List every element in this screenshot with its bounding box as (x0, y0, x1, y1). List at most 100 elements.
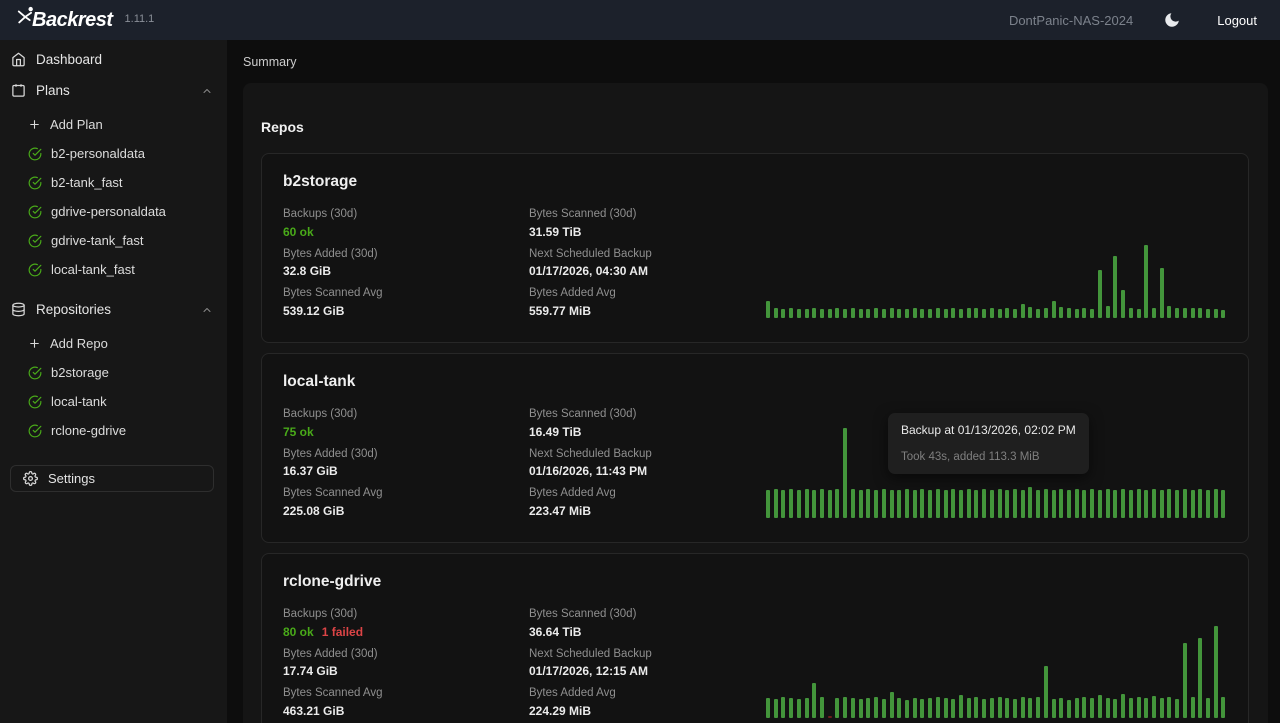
chart-bar[interactable] (1214, 489, 1218, 518)
chart-bar[interactable] (1175, 699, 1179, 718)
chart-bar[interactable] (974, 697, 978, 718)
chart-bar[interactable] (812, 490, 816, 518)
chart-bar[interactable] (766, 490, 770, 518)
chart-bar[interactable] (913, 308, 917, 318)
chart-bar[interactable] (913, 490, 917, 518)
chart-bar[interactable] (1198, 638, 1202, 718)
chart-bar[interactable] (1129, 490, 1133, 518)
chart-bar[interactable] (774, 699, 778, 718)
chart-bar[interactable] (1144, 490, 1148, 518)
chart-bar[interactable] (1013, 489, 1017, 518)
chart-bar[interactable] (1082, 490, 1086, 518)
chart-bar[interactable] (1013, 699, 1017, 718)
chart-bar[interactable] (1090, 309, 1094, 318)
sidebar-plan-item-b2-personaldata[interactable]: b2-personaldata (0, 139, 227, 168)
chart-bar[interactable] (967, 308, 971, 318)
chart-bar[interactable] (1098, 490, 1102, 518)
chart-bar[interactable] (1013, 309, 1017, 318)
chart-bar[interactable] (882, 489, 886, 518)
chart-bar[interactable] (1160, 268, 1164, 318)
sidebar-plan-item-gdrive-tank_fast[interactable]: gdrive-tank_fast (0, 226, 227, 255)
chart-bar-failed[interactable] (828, 716, 832, 718)
repo-title[interactable]: b2storage (283, 173, 1226, 191)
chart-bar[interactable] (897, 490, 901, 518)
chart-bar[interactable] (1144, 245, 1148, 318)
chart-bar[interactable] (1152, 696, 1156, 718)
chart-bar[interactable] (890, 308, 894, 318)
chart-bar[interactable] (1221, 490, 1225, 518)
chart-bar[interactable] (1106, 306, 1110, 318)
chart-bar[interactable] (797, 699, 801, 718)
chart-bar[interactable] (913, 698, 917, 718)
chart-bar[interactable] (905, 309, 909, 318)
chart-bar[interactable] (1121, 489, 1125, 518)
chart-bar[interactable] (897, 698, 901, 718)
chart-bar[interactable] (1106, 698, 1110, 718)
chart-bar[interactable] (797, 490, 801, 518)
chart-bar[interactable] (1036, 309, 1040, 318)
chart-bar[interactable] (1098, 270, 1102, 318)
add-plan-button[interactable]: Add Plan (0, 110, 227, 139)
chart-bar[interactable] (766, 698, 770, 718)
chart-bar[interactable] (1167, 306, 1171, 318)
chart-bar[interactable] (905, 489, 909, 518)
chart-bar[interactable] (936, 308, 940, 318)
chart-bar[interactable] (1028, 487, 1032, 518)
chart-bar[interactable] (1167, 489, 1171, 518)
chart-bar[interactable] (1198, 308, 1202, 318)
chart-bar[interactable] (967, 489, 971, 518)
chart-bar[interactable] (1005, 308, 1009, 318)
chart-bar[interactable] (1067, 490, 1071, 518)
chart-bar[interactable] (936, 489, 940, 518)
chart-bar[interactable] (1059, 489, 1063, 518)
chart-bar[interactable] (812, 308, 816, 318)
chart-bar[interactable] (951, 308, 955, 318)
chart-bar[interactable] (874, 490, 878, 518)
chart-bar[interactable] (797, 309, 801, 318)
chart-bar[interactable] (805, 698, 809, 718)
chart-bar[interactable] (1113, 699, 1117, 718)
chart-bar[interactable] (882, 699, 886, 718)
chart-bar[interactable] (897, 309, 901, 318)
chart-bar[interactable] (781, 697, 785, 718)
chart-bar[interactable] (1082, 697, 1086, 718)
theme-toggle-button[interactable] (1163, 11, 1181, 29)
chart-bar[interactable] (820, 489, 824, 518)
chart-bar[interactable] (998, 489, 1002, 518)
chart-bar[interactable] (874, 697, 878, 718)
chart-bar[interactable] (812, 683, 816, 718)
chart-bar[interactable] (882, 309, 886, 318)
chart-bar[interactable] (805, 489, 809, 518)
sidebar-item-dashboard[interactable]: Dashboard (0, 44, 227, 75)
sidebar-repo-item-local-tank[interactable]: local-tank (0, 387, 227, 416)
chart-bar[interactable] (998, 697, 1002, 718)
chart-bar[interactable] (781, 490, 785, 518)
chart-bar[interactable] (998, 309, 1002, 318)
chart-bar[interactable] (1129, 698, 1133, 718)
chart-bar[interactable] (789, 308, 793, 318)
chart-bar[interactable] (1183, 643, 1187, 718)
chart-bar[interactable] (1121, 694, 1125, 718)
chart-bar[interactable] (990, 490, 994, 518)
chart-bar[interactable] (805, 309, 809, 318)
chart-bar[interactable] (851, 308, 855, 318)
chart-bar[interactable] (859, 699, 863, 718)
chart-bar[interactable] (1036, 490, 1040, 518)
chart-bar[interactable] (1113, 490, 1117, 518)
logout-button[interactable]: Logout (1211, 13, 1263, 28)
chart-bar[interactable] (1137, 309, 1141, 318)
chart-bar[interactable] (1152, 308, 1156, 318)
chart-bar[interactable] (1052, 699, 1056, 718)
chart-bar[interactable] (944, 490, 948, 518)
chart-bar[interactable] (1044, 666, 1048, 718)
chart-bar[interactable] (944, 698, 948, 718)
chart-bar[interactable] (1052, 301, 1056, 318)
chart-bar[interactable] (851, 489, 855, 518)
chart-bar[interactable] (1175, 490, 1179, 518)
chart-bar[interactable] (959, 490, 963, 518)
chart-bar[interactable] (890, 692, 894, 718)
chart-bar[interactable] (835, 489, 839, 518)
chart-bar[interactable] (1191, 308, 1195, 318)
chart-bar[interactable] (1028, 698, 1032, 718)
chart-bar[interactable] (1152, 489, 1156, 518)
